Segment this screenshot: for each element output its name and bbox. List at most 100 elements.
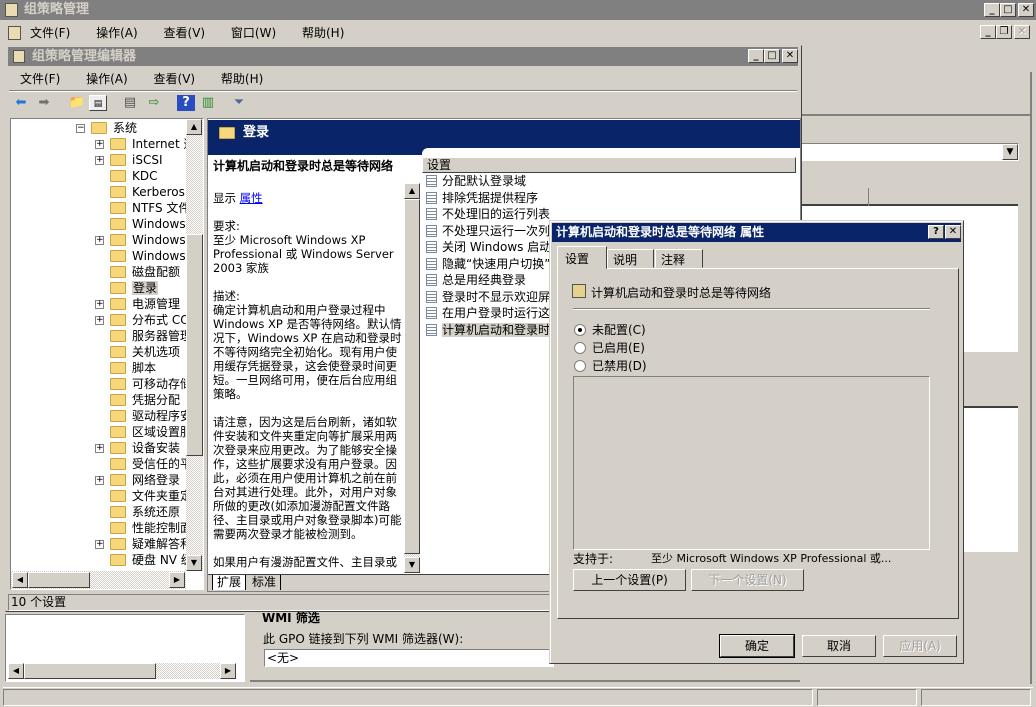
- radio-option[interactable]: 已禁用(D): [574, 357, 647, 375]
- tree-vscrollbar[interactable]: ▲ ▼: [186, 119, 203, 571]
- menu-help[interactable]: 帮助(H): [302, 26, 344, 40]
- maximize-button[interactable]: □: [1000, 3, 1016, 17]
- dialog-tab-comment[interactable]: 注释: [655, 249, 703, 268]
- tree-item[interactable]: + 设备安装: [95, 440, 180, 456]
- radio-button[interactable]: [574, 324, 586, 336]
- expand-icon[interactable]: +: [95, 316, 104, 325]
- tree-item[interactable]: − 系统: [76, 120, 137, 136]
- tree-item[interactable]: + 分布式 COM: [95, 312, 186, 328]
- up-folder-icon[interactable]: 📁: [68, 95, 86, 111]
- tree-item[interactable]: Windows 文: [110, 248, 186, 264]
- forward-icon[interactable]: ➡: [35, 95, 53, 111]
- close-button[interactable]: ✕: [1018, 3, 1034, 17]
- scroll-right-button[interactable]: ▶: [220, 663, 236, 679]
- previous-setting-button[interactable]: 上一个设置(P): [573, 569, 686, 591]
- mdi-close-button[interactable]: ✕: [1014, 25, 1030, 39]
- scroll-thumb[interactable]: [24, 663, 156, 679]
- scroll-up-button[interactable]: ▲: [186, 119, 202, 135]
- dialog-tab-settings[interactable]: 设置: [557, 246, 607, 269]
- editor-maximize-button[interactable]: □: [764, 49, 780, 63]
- tree-item[interactable]: Windows 热: [110, 216, 186, 232]
- tree-item[interactable]: 区域设置服: [110, 424, 186, 440]
- tree-item[interactable]: 文件夹重定: [110, 488, 186, 504]
- tree-item[interactable]: 用户配置文: [110, 568, 186, 570]
- scroll-up-button[interactable]: ▲: [404, 183, 420, 199]
- tree-item[interactable]: + Windows 时: [95, 232, 186, 248]
- menu-view[interactable]: 查看(V): [164, 26, 206, 40]
- expand-icon[interactable]: +: [95, 476, 104, 485]
- tree-item[interactable]: NTFS 文件系: [110, 200, 186, 216]
- collapse-icon[interactable]: −: [76, 124, 85, 133]
- next-setting-button[interactable]: 下一个设置(N): [691, 569, 804, 591]
- cancel-button[interactable]: 取消: [802, 635, 876, 657]
- scroll-left-button[interactable]: ◀: [12, 572, 28, 588]
- tree-item[interactable]: + iSCSI: [95, 152, 163, 168]
- scroll-right-button[interactable]: ▶: [169, 572, 185, 588]
- back-icon[interactable]: ⬅: [12, 95, 30, 111]
- scroll-thumb[interactable]: [28, 572, 90, 588]
- tree-item[interactable]: 性能控制面: [110, 520, 186, 536]
- tab-standard[interactable]: 标准: [248, 575, 282, 590]
- expand-icon[interactable]: +: [95, 540, 104, 549]
- filter-icon[interactable]: ⏷: [230, 95, 248, 111]
- scroll-down-button[interactable]: ▼: [186, 555, 202, 571]
- setting-list-item[interactable]: 排除凭据提供程序: [422, 190, 800, 207]
- editor-menu-help[interactable]: 帮助(H): [221, 72, 263, 86]
- properties-link[interactable]: 属性: [240, 191, 263, 205]
- menu-action[interactable]: 操作(A): [96, 26, 138, 40]
- scroll-left-button[interactable]: ◀: [8, 663, 24, 679]
- dialog-close-button[interactable]: ✕: [945, 225, 961, 239]
- scroll-down-button[interactable]: ▼: [404, 557, 420, 573]
- editor-close-button[interactable]: ✕: [782, 49, 798, 63]
- radio-button[interactable]: [574, 342, 586, 354]
- editor-menu-view[interactable]: 查看(V): [154, 72, 196, 86]
- show-hide-tree-icon[interactable]: ▤: [89, 95, 107, 111]
- tree-item[interactable]: 驱动程序安: [110, 408, 186, 424]
- apply-button[interactable]: 应用(A): [883, 635, 957, 657]
- tree-item[interactable]: + 网络登录: [95, 472, 180, 488]
- mdi-restore-button[interactable]: ❐: [996, 25, 1012, 39]
- tree-item[interactable]: 登录: [110, 280, 159, 296]
- tree-item[interactable]: 关机选项: [110, 344, 180, 360]
- tree-item[interactable]: 磁盘配额: [110, 264, 180, 280]
- menu-file[interactable]: 文件(F): [30, 26, 70, 40]
- tree-item[interactable]: 脚本: [110, 360, 156, 376]
- tree-item[interactable]: + 疑难解答和: [95, 536, 186, 552]
- radio-button[interactable]: [574, 360, 586, 372]
- radio-option[interactable]: 未配置(C): [574, 321, 647, 339]
- column-header-settings[interactable]: 设置: [422, 157, 796, 173]
- setting-list-item[interactable]: 分配默认登录域: [422, 173, 800, 190]
- tree-hscrollbar[interactable]: ◀ ▶: [11, 571, 186, 589]
- tree-item[interactable]: 可移动存储: [110, 376, 186, 392]
- action-pane-icon[interactable]: ▥: [199, 95, 217, 111]
- chevron-down-icon[interactable]: ▼: [1002, 144, 1018, 160]
- scroll-thumb[interactable]: [404, 199, 420, 554]
- tree-item[interactable]: Kerberos: [110, 184, 185, 200]
- editor-menu-file[interactable]: 文件(F): [20, 72, 60, 86]
- mdi-minimize-button[interactable]: _: [980, 25, 996, 39]
- tree-pane[interactable]: − 系统 + Internet 通 + iSCSI KDC Kerberos NTFS 文件系 W…: [10, 118, 204, 590]
- editor-minimize-button[interactable]: _: [748, 49, 764, 63]
- expand-icon[interactable]: +: [95, 236, 104, 245]
- export-list-icon[interactable]: ⇨: [145, 95, 163, 111]
- description-scrollbar[interactable]: ▲ ▼: [404, 183, 420, 573]
- tree-item[interactable]: 硬盘 NV 缓: [110, 552, 186, 568]
- editor-menu-action[interactable]: 操作(A): [86, 72, 128, 86]
- tree-item[interactable]: 系统还原: [110, 504, 180, 520]
- wmi-filter-select[interactable]: <无>: [264, 649, 554, 667]
- tree-item[interactable]: KDC: [110, 168, 158, 184]
- expand-icon[interactable]: +: [95, 156, 104, 165]
- expand-icon[interactable]: +: [95, 300, 104, 309]
- expand-icon[interactable]: +: [95, 444, 104, 453]
- dialog-tab-explain[interactable]: 说明: [607, 249, 654, 268]
- tree-item[interactable]: 凭据分配: [110, 392, 180, 408]
- radio-option[interactable]: 已启用(E): [574, 339, 647, 357]
- help-icon[interactable]: ?: [177, 95, 195, 111]
- scroll-thumb[interactable]: [186, 234, 203, 456]
- minimize-button[interactable]: _: [984, 3, 1000, 17]
- tab-extended[interactable]: 扩展: [212, 575, 247, 590]
- tree-item[interactable]: 服务器管理: [110, 328, 186, 344]
- tree-item[interactable]: + 电源管理: [95, 296, 180, 312]
- tree-item[interactable]: + Internet 通: [95, 136, 186, 152]
- ok-button[interactable]: 确定: [719, 634, 795, 658]
